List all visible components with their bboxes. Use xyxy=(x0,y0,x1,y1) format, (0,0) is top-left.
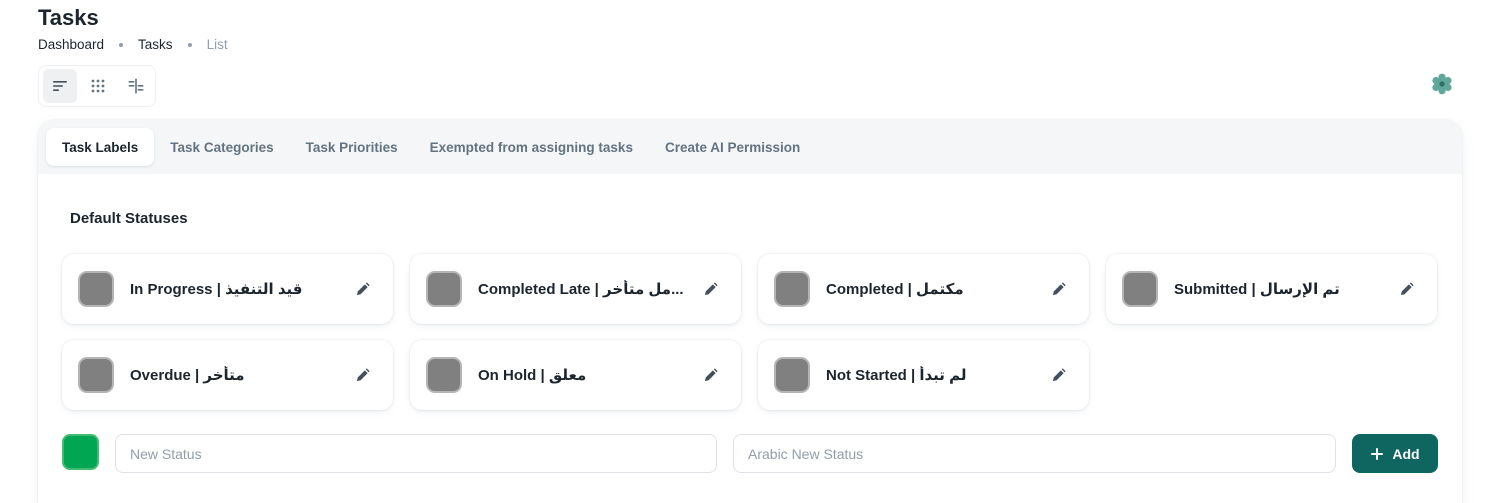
tab-task-labels[interactable]: Task Labels xyxy=(46,128,155,166)
status-color-swatch xyxy=(1122,271,1158,307)
pencil-icon xyxy=(356,281,370,295)
status-label: On Hold | معلق xyxy=(478,367,587,384)
status-card: On Hold | معلق xyxy=(410,340,741,410)
pencil-icon xyxy=(704,281,718,295)
edit-button[interactable] xyxy=(701,280,719,298)
edit-button[interactable] xyxy=(1049,366,1067,384)
status-color-swatch xyxy=(774,357,810,393)
status-label: Submitted | تم الإرسال xyxy=(1174,281,1340,298)
edit-button[interactable] xyxy=(353,280,371,298)
status-card: Overdue | متأخر xyxy=(62,340,393,410)
status-label: Overdue | متأخر xyxy=(130,367,245,384)
status-color-swatch xyxy=(78,271,114,307)
status-color-swatch xyxy=(774,271,810,307)
status-card: Completed Late | مل متأخر... xyxy=(410,254,741,324)
new-status-color-picker[interactable] xyxy=(62,434,99,470)
kanban-view-button[interactable] xyxy=(119,69,153,103)
list-view-icon xyxy=(53,81,67,91)
tab-exempted-from-assigning[interactable]: Exempted from assigning tasks xyxy=(414,128,649,166)
gear-icon xyxy=(1432,73,1452,95)
tab-create-ai-permission[interactable]: Create AI Permission xyxy=(649,128,816,166)
settings-button[interactable] xyxy=(1430,72,1454,96)
edit-button[interactable] xyxy=(701,366,719,384)
pencil-icon xyxy=(704,367,718,381)
status-label: Completed Late | مل متأخر... xyxy=(478,281,683,298)
pencil-icon xyxy=(1052,367,1066,381)
breadcrumb-tasks[interactable]: Tasks xyxy=(138,37,173,52)
tab-task-priorities[interactable]: Task Priorities xyxy=(290,128,414,166)
section-title: Default Statuses xyxy=(70,210,188,227)
breadcrumb-separator xyxy=(119,42,124,47)
status-label: Completed | مكتمل xyxy=(826,281,964,298)
status-card: Submitted | تم الإرسال xyxy=(1106,254,1437,324)
breadcrumb: Dashboard Tasks List xyxy=(38,37,228,52)
grid-view-icon xyxy=(91,79,105,93)
status-color-swatch xyxy=(426,271,462,307)
tabs-bar: Task Labels Task Categories Task Priorit… xyxy=(38,120,1462,174)
new-status-input[interactable] xyxy=(115,434,717,473)
arabic-new-status-input[interactable] xyxy=(733,434,1336,473)
status-color-swatch xyxy=(426,357,462,393)
status-label: In Progress | قيد التنفيذ xyxy=(130,281,303,298)
status-card: Completed | مكتمل xyxy=(758,254,1089,324)
add-button-label: Add xyxy=(1392,445,1420,462)
tab-task-categories[interactable]: Task Categories xyxy=(154,128,289,166)
breadcrumb-list: List xyxy=(206,37,228,52)
pencil-icon xyxy=(356,367,370,381)
plus-icon xyxy=(1371,447,1384,460)
edit-button[interactable] xyxy=(1049,280,1067,298)
status-color-swatch xyxy=(78,357,114,393)
breadcrumb-dashboard[interactable]: Dashboard xyxy=(38,37,104,52)
edit-button[interactable] xyxy=(353,366,371,384)
status-card: In Progress | قيد التنفيذ xyxy=(62,254,393,324)
grid-view-button[interactable] xyxy=(81,69,115,103)
pencil-icon xyxy=(1400,281,1414,295)
settings-card: Task Labels Task Categories Task Priorit… xyxy=(38,120,1462,503)
kanban-view-icon xyxy=(128,78,144,94)
status-card: Not Started | لم تبدأ xyxy=(758,340,1089,410)
breadcrumb-separator xyxy=(187,42,192,47)
list-view-button[interactable] xyxy=(43,69,77,103)
status-label: Not Started | لم تبدأ xyxy=(826,367,967,384)
page-title: Tasks xyxy=(38,5,99,30)
edit-button[interactable] xyxy=(1397,280,1415,298)
view-toggle xyxy=(38,65,156,107)
add-status-button[interactable]: Add xyxy=(1352,434,1438,473)
pencil-icon xyxy=(1052,281,1066,295)
